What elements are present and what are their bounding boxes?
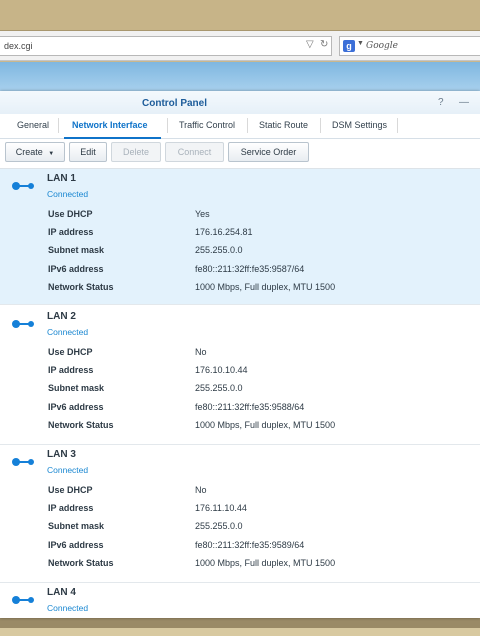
create-button-label: Create <box>15 147 43 157</box>
tab-separator <box>167 118 168 133</box>
list-item[interactable]: LAN 2 Connected Use DHCP No IP address 1… <box>0 307 480 445</box>
desktop-shelf <box>0 628 480 636</box>
tab-general[interactable]: General <box>17 120 49 130</box>
tab-network-interface[interactable]: Network Interface <box>72 120 148 130</box>
label-ipv6: IPv6 address <box>48 402 104 412</box>
label-ip: IP address <box>48 227 94 237</box>
list-item[interactable]: LAN 3 Connected Use DHCP No IP address 1… <box>0 445 480 583</box>
tab-bar: General Network Interface Traffic Contro… <box>0 114 480 139</box>
network-icon <box>12 457 36 467</box>
google-icon[interactable]: g <box>343 40 355 52</box>
label-status: Network Status <box>48 558 114 568</box>
active-tab-indicator <box>64 137 161 139</box>
label-dhcp: Use DHCP <box>48 209 93 219</box>
label-mask: Subnet mask <box>48 383 105 393</box>
value-ip: 176.11.10.44 <box>195 503 247 513</box>
value-status: 1000 Mbps, Full duplex, MTU 1500 <box>195 420 336 430</box>
label-ipv6: IPv6 address <box>48 264 104 274</box>
value-mask: 255.255.0.0 <box>195 521 243 531</box>
label-status: Network Status <box>48 420 114 430</box>
value-ip: 176.16.254.81 <box>195 227 253 237</box>
value-ipv6: fe80::211:32ff:fe35:9589/64 <box>195 540 305 550</box>
connect-button[interactable]: Connect <box>165 142 224 162</box>
network-icon <box>12 319 36 329</box>
value-dhcp: No <box>195 485 207 495</box>
reload-icon[interactable]: ↻ <box>320 39 328 50</box>
interface-name: LAN 2 <box>47 311 76 322</box>
interface-name: LAN 1 <box>47 173 76 184</box>
minimize-icon[interactable]: — <box>459 97 469 108</box>
delete-button[interactable]: Delete <box>111 142 161 162</box>
value-dhcp: Yes <box>195 209 210 219</box>
tab-dsm-settings[interactable]: DSM Settings <box>332 120 387 130</box>
label-dhcp: Use DHCP <box>48 347 93 357</box>
search-placeholder: Google <box>366 41 398 51</box>
label-ip: IP address <box>48 365 94 375</box>
tab-separator <box>320 118 321 133</box>
value-ipv6: fe80::211:32ff:fe35:9588/64 <box>195 402 305 412</box>
value-mask: 255.255.0.0 <box>195 383 243 393</box>
help-icon[interactable]: ? <box>438 97 444 108</box>
interface-status: Connected <box>47 603 89 613</box>
list-item[interactable]: LAN 4 Connected <box>0 583 480 618</box>
label-status: Network Status <box>48 282 114 292</box>
network-icon <box>12 595 36 605</box>
control-panel-window: Control Panel ? — General Network Interf… <box>0 91 480 618</box>
list-item[interactable]: LAN 1 Connected Use DHCP Yes IP address … <box>0 169 480 305</box>
value-ip: 176.10.10.44 <box>195 365 248 375</box>
tab-traffic-control[interactable]: Traffic Control <box>179 120 235 130</box>
label-dhcp: Use DHCP <box>48 485 93 495</box>
value-dhcp: No <box>195 347 207 357</box>
label-mask: Subnet mask <box>48 521 105 531</box>
tab-static-route[interactable]: Static Route <box>259 120 308 130</box>
edit-button[interactable]: Edit <box>69 142 107 162</box>
interface-name: LAN 4 <box>47 587 76 598</box>
window-header: Control Panel ? — <box>0 91 480 114</box>
interface-status: Connected <box>47 189 89 199</box>
label-mask: Subnet mask <box>48 245 105 255</box>
address-bar: dex.cgi ▽ ↻ g ▼ Google <box>0 31 480 61</box>
value-status: 1000 Mbps, Full duplex, MTU 1500 <box>195 282 336 292</box>
label-ipv6: IPv6 address <box>48 540 104 550</box>
interface-status: Connected <box>47 465 89 475</box>
interface-list: LAN 1 Connected Use DHCP Yes IP address … <box>0 168 480 618</box>
browser-top-strip <box>0 0 480 31</box>
value-status: 1000 Mbps, Full duplex, MTU 1500 <box>195 558 336 568</box>
create-button[interactable]: Create ▼ <box>5 142 65 162</box>
label-ip: IP address <box>48 503 94 513</box>
tab-separator <box>397 118 398 133</box>
service-order-button[interactable]: Service Order <box>228 142 309 162</box>
dropdown-icon[interactable]: ▽ <box>306 39 314 50</box>
value-mask: 255.255.0.0 <box>195 245 243 255</box>
search-input[interactable]: g ▼ Google <box>339 36 480 56</box>
chevron-down-icon: ▼ <box>48 151 55 157</box>
tab-separator <box>247 118 248 133</box>
value-ipv6: fe80::211:32ff:fe35:9587/64 <box>195 264 305 274</box>
interface-name: LAN 3 <box>47 449 76 460</box>
network-icon <box>12 181 36 191</box>
url-text: dex.cgi <box>4 41 33 51</box>
tab-separator <box>58 118 59 133</box>
url-field[interactable]: dex.cgi ▽ ↻ <box>0 36 332 56</box>
chevron-down-icon[interactable]: ▼ <box>357 40 364 47</box>
window-title: Control Panel <box>142 98 208 109</box>
interface-status: Connected <box>47 327 89 337</box>
